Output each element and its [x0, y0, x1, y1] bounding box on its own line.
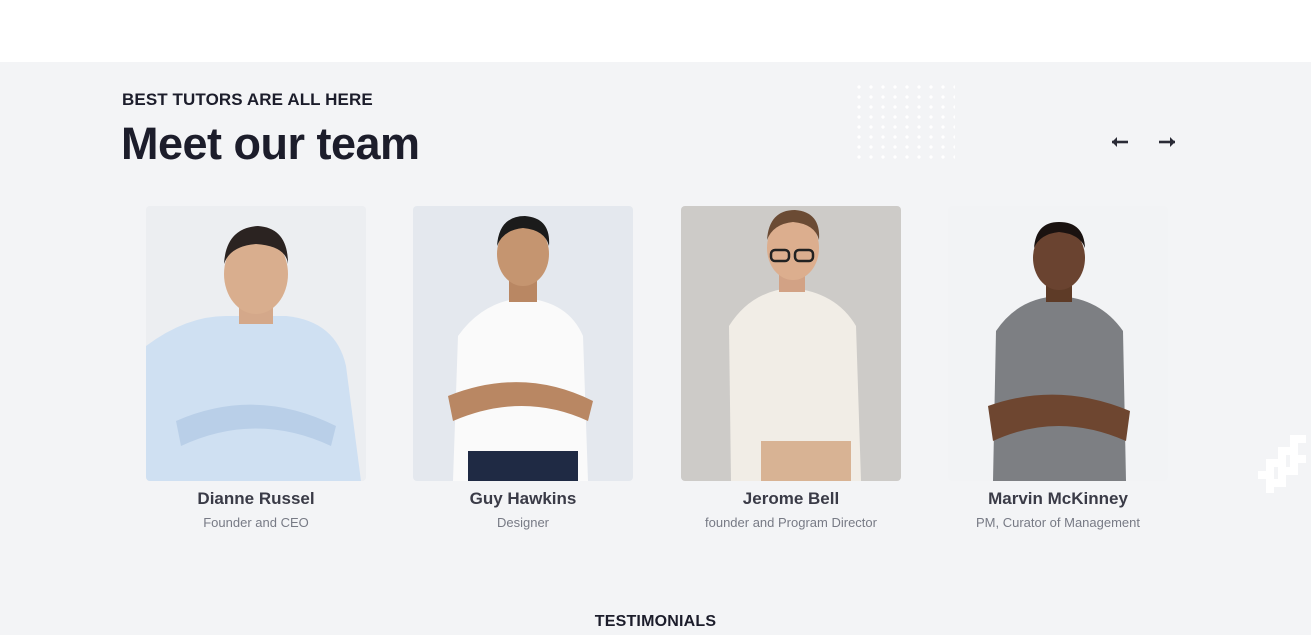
arrow-right-icon [1159, 137, 1175, 147]
team-card[interactable]: Guy Hawkins Designer [413, 206, 633, 530]
dot-pattern-decoration [853, 82, 955, 160]
team-card[interactable]: Dianne Russel Founder and CEO [146, 206, 366, 530]
member-name: Dianne Russel [197, 489, 315, 508]
member-name: Marvin McKinney [988, 489, 1128, 508]
testimonials-label: TESTIMONIALS [594, 613, 717, 630]
member-name: Guy Hawkins [469, 489, 577, 508]
arrow-left-icon [1112, 137, 1128, 147]
member-photo [146, 206, 366, 481]
member-photo [681, 206, 901, 481]
section-eyebrow: BEST TUTORS ARE ALL HERE [122, 90, 373, 109]
member-role: Designer [496, 515, 550, 530]
team-card[interactable]: Jerome Bell founder and Program Director [681, 206, 901, 530]
member-role: Founder and CEO [203, 515, 309, 530]
member-photo [413, 206, 633, 481]
member-role: PM, Curator of Management [975, 515, 1141, 530]
team-section: BEST TUTORS ARE ALL HERE Meet our team D… [0, 62, 1311, 635]
member-name: Jerome Bell [742, 489, 840, 508]
stairs-decoration [1258, 435, 1306, 493]
team-card[interactable]: Marvin McKinney PM, Curator of Managemen… [948, 206, 1168, 530]
carousel-next-button[interactable] [1154, 130, 1180, 154]
member-role: founder and Program Director [705, 515, 877, 530]
section-title: Meet our team [121, 118, 420, 169]
carousel-prev-button[interactable] [1107, 130, 1133, 154]
header-area [0, 0, 1311, 62]
member-photo [948, 206, 1168, 481]
